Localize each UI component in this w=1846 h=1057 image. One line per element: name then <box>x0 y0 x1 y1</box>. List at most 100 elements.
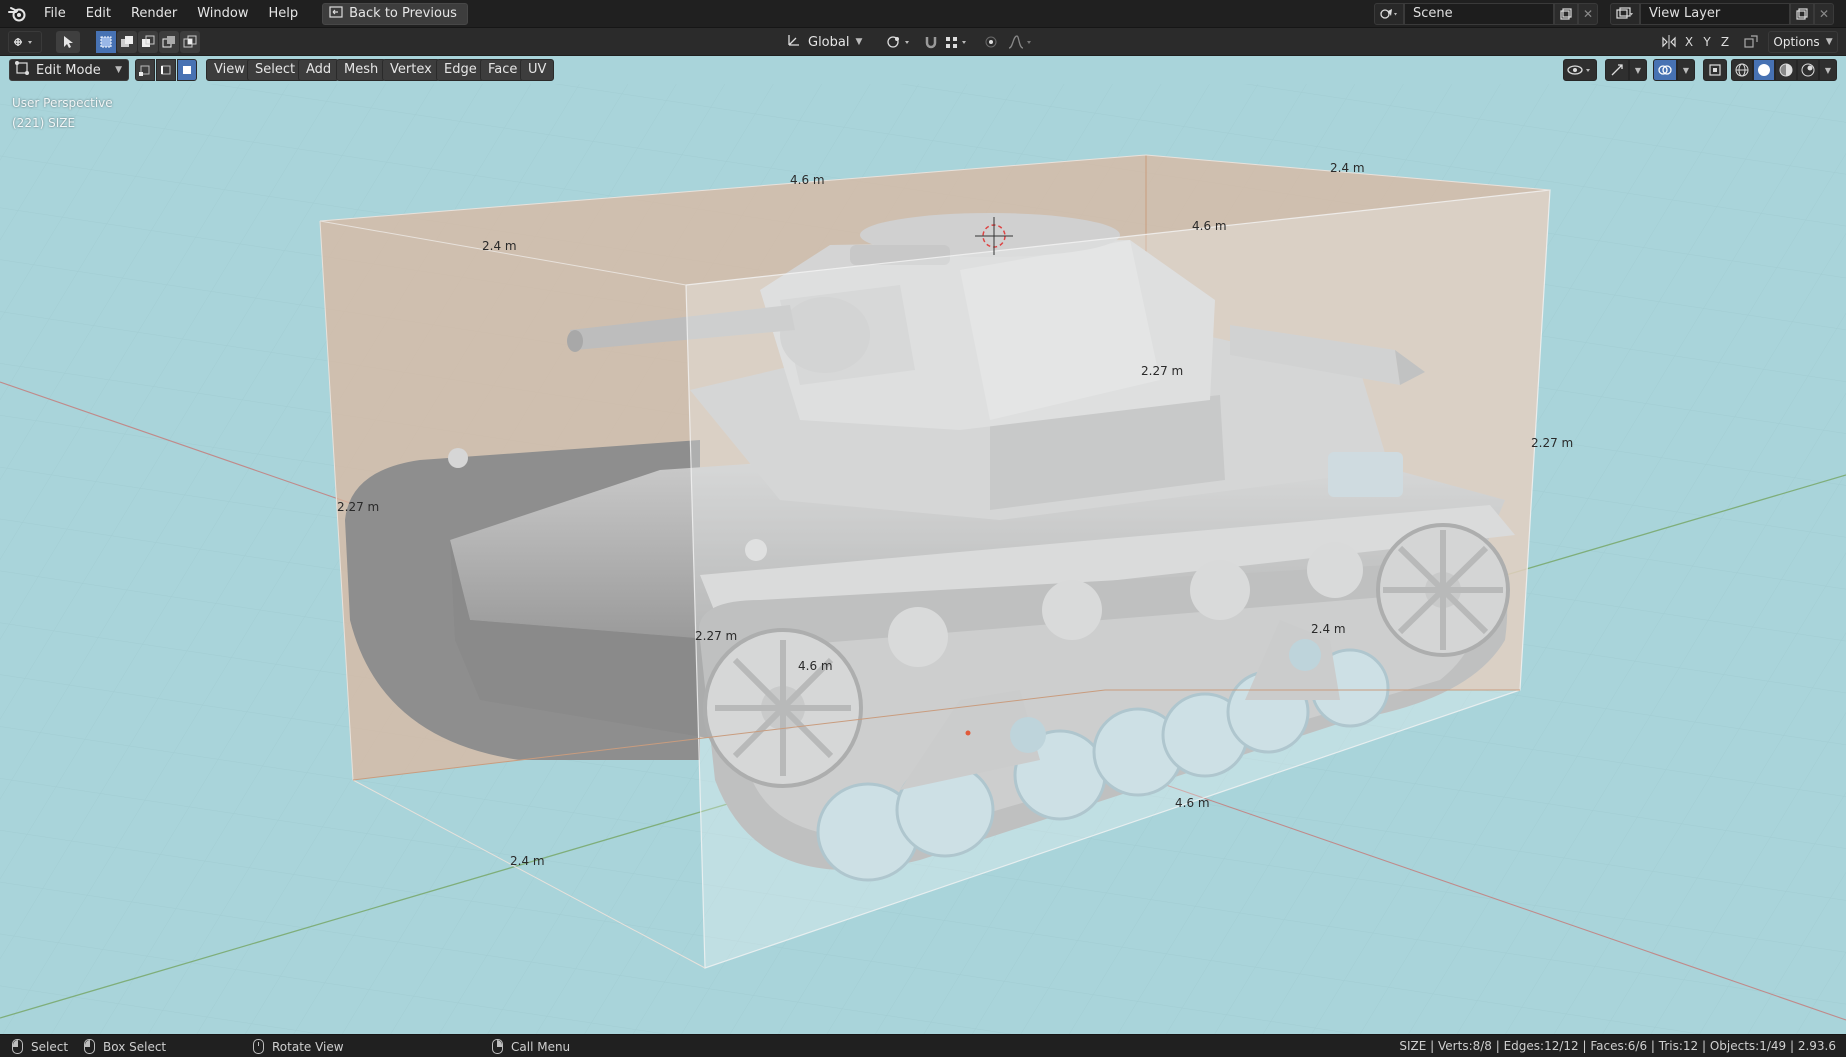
view-layer-name-field[interactable]: View Layer <box>1640 3 1790 25</box>
auto-merge-icon[interactable] <box>1740 31 1762 53</box>
chevron-down-icon: ▼ <box>115 65 122 75</box>
transform-orientation-label: Global <box>808 34 850 50</box>
edge-select-mode-icon[interactable] <box>156 59 176 81</box>
status-call-menu-hint: Call Menu <box>492 1035 570 1057</box>
dimension-label: 2.27 m <box>1141 364 1184 378</box>
back-to-previous-button[interactable]: Back to Previous <box>322 2 468 25</box>
left-mouse-icon <box>12 1039 23 1054</box>
mirror-y-toggle[interactable]: Y <box>1698 31 1716 53</box>
visibility-dropdown[interactable] <box>1563 59 1597 81</box>
status-box-select-label: Box Select <box>103 1039 167 1054</box>
edit-mode-icon <box>14 60 30 80</box>
dimension-label: 4.6 m <box>1175 796 1210 810</box>
dimension-label: 4.6 m <box>798 659 833 673</box>
proportional-falloff-dropdown[interactable] <box>1004 31 1038 53</box>
middle-mouse-icon <box>253 1039 264 1054</box>
status-select-label: Select <box>31 1039 69 1054</box>
dimension-label: 2.27 m <box>337 500 380 514</box>
mirror-x-toggle[interactable]: X <box>1680 31 1698 53</box>
mesh-menu[interactable]: Mesh <box>336 59 387 81</box>
rendered-shading-icon[interactable] <box>1797 59 1819 81</box>
options-dropdown[interactable]: Options ▼ <box>1768 31 1838 53</box>
dimension-label: 4.6 m <box>790 173 825 187</box>
mirror-z-toggle[interactable]: Z <box>1716 31 1734 53</box>
vertex-select-mode-icon[interactable] <box>135 59 155 81</box>
dimension-label: 2.4 m <box>1330 161 1365 175</box>
selection-mode-subtract-icon[interactable] <box>138 31 158 53</box>
view-perspective-label: User Perspective <box>12 96 113 110</box>
drag-mouse-icon <box>84 1039 95 1054</box>
status-select-hint: Select <box>12 1035 68 1057</box>
overlays-dropdown[interactable]: ▼ <box>1677 59 1695 81</box>
vertex-menu[interactable]: Vertex <box>382 59 440 81</box>
scene-name-field[interactable]: Scene <box>1404 3 1554 25</box>
material-preview-icon[interactable] <box>1775 59 1797 81</box>
status-call-menu-label: Call Menu <box>511 1039 571 1054</box>
selection-mode-intersect-icon[interactable] <box>180 31 200 53</box>
snap-toggle-icon[interactable] <box>920 31 942 53</box>
view-layer-selector[interactable]: View Layer ✕ <box>1610 3 1834 25</box>
viewport-scene <box>0 84 1846 1034</box>
chevron-down-icon: ▼ <box>855 37 863 47</box>
gizmo-dropdown[interactable]: ▼ <box>1629 59 1647 81</box>
object-info-label: (221) SIZE <box>12 116 76 130</box>
gizmo-toggle-icon[interactable] <box>1605 59 1629 81</box>
remove-scene-icon[interactable]: ✕ <box>1578 3 1598 25</box>
selection-mode-invert-icon[interactable] <box>159 31 179 53</box>
remove-view-layer-icon[interactable]: ✕ <box>1814 3 1834 25</box>
menu-file[interactable]: File <box>34 0 76 28</box>
blender-logo-icon[interactable] <box>0 0 34 28</box>
menu-render[interactable]: Render <box>121 0 187 28</box>
face-select-mode-icon[interactable] <box>177 59 197 81</box>
scene-icon[interactable] <box>1374 3 1404 25</box>
select-tool-icon[interactable] <box>56 31 80 53</box>
edge-menu[interactable]: Edge <box>436 59 485 81</box>
3d-viewport[interactable]: User Perspective (221) SIZE 4.6 m 2.4 m … <box>0 84 1846 1034</box>
chevron-down-icon: ▼ <box>1825 37 1833 47</box>
tool-header: Global ▼ X Y Z Options ▼ <box>0 28 1846 56</box>
global-orientation-icon <box>786 32 802 52</box>
shading-dropdown[interactable]: ▼ <box>1819 59 1837 81</box>
status-bar: Select Box Select Rotate View Call Menu … <box>0 1034 1846 1057</box>
select-menu[interactable]: Select <box>247 59 304 81</box>
face-menu[interactable]: Face <box>480 59 526 81</box>
dimension-label: 4.6 m <box>1192 219 1227 233</box>
selection-mode-extend-icon[interactable] <box>117 31 137 53</box>
view-menu[interactable]: View <box>206 59 253 81</box>
selection-mode-new-icon[interactable] <box>96 31 116 53</box>
screen-back-icon <box>329 5 343 22</box>
transform-orientation-dropdown[interactable]: Global ▼ <box>786 31 876 53</box>
chevron-down-icon: ▼ <box>1682 65 1690 75</box>
wireframe-shading-icon[interactable] <box>1731 59 1753 81</box>
uv-menu[interactable]: UV <box>520 59 555 81</box>
menu-help[interactable]: Help <box>259 0 309 28</box>
chevron-down-icon: ▼ <box>1824 65 1832 75</box>
top-menu-bar: File Edit Render Window Help Back to Pre… <box>0 0 1846 28</box>
scene-selector[interactable]: Scene ✕ <box>1374 3 1598 25</box>
menu-edit[interactable]: Edit <box>76 0 121 28</box>
status-rotate-label: Rotate View <box>272 1039 344 1054</box>
pivot-point-dropdown[interactable] <box>882 31 916 53</box>
dimension-label: 2.27 m <box>1531 436 1574 450</box>
view-layer-icon[interactable] <box>1610 3 1640 25</box>
chevron-down-icon: ▼ <box>1634 65 1642 75</box>
mode-dropdown[interactable]: Edit Mode ▼ <box>9 59 129 81</box>
add-menu[interactable]: Add <box>298 59 340 81</box>
editor-type-dropdown[interactable] <box>8 31 42 53</box>
origin-point <box>965 730 971 736</box>
status-rotate-hint: Rotate View <box>253 1035 344 1057</box>
menu-window[interactable]: Window <box>187 0 258 28</box>
options-label: Options <box>1773 35 1820 49</box>
snap-target-dropdown[interactable] <box>942 31 972 53</box>
dimension-label: 2.4 m <box>1311 622 1346 636</box>
new-view-layer-icon[interactable] <box>1790 3 1814 25</box>
solid-shading-icon[interactable] <box>1753 59 1775 81</box>
overlays-toggle-icon[interactable] <box>1653 59 1677 81</box>
xray-toggle-icon[interactable] <box>1703 59 1727 81</box>
new-scene-icon[interactable] <box>1554 3 1578 25</box>
dimension-label: 2.4 m <box>482 239 517 253</box>
proportional-editing-icon[interactable] <box>980 31 1002 53</box>
mirror-options-icon[interactable] <box>1658 31 1680 53</box>
mode-label: Edit Mode <box>36 62 101 78</box>
status-box-select-hint: Box Select <box>84 1035 166 1057</box>
